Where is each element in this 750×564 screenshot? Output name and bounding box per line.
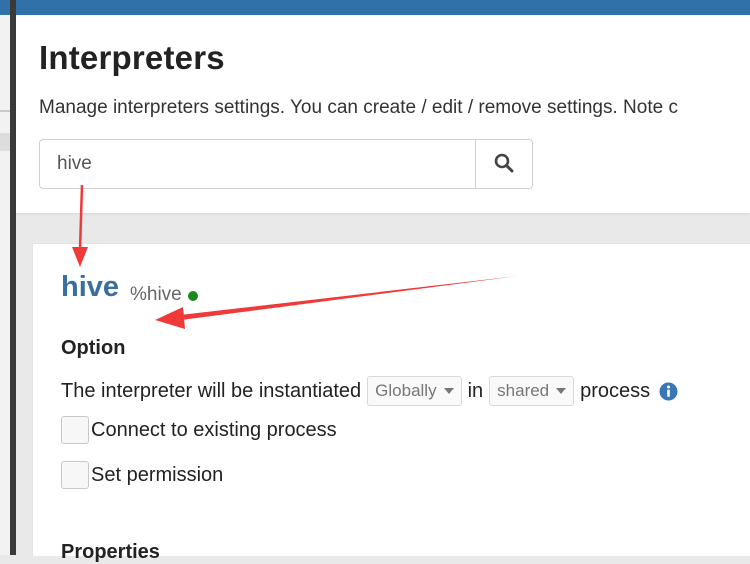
page-title: Interpreters [39,39,225,76]
caret-down-icon [556,388,567,394]
info-icon[interactable] [659,382,678,401]
interpreters-header-panel: Interpreters Manage interpreters setting… [16,15,750,213]
set-permission-label: Set permission [91,463,224,486]
option-heading: Option [61,337,126,359]
search-button[interactable] [475,139,533,189]
interpreter-alias: %hive [130,284,182,305]
in-label: in [467,379,484,402]
interpreter-search-input[interactable] [39,139,475,189]
status-dot-icon [188,291,198,301]
interpreter-name: hive [61,271,120,303]
set-permission-checkbox[interactable] [61,461,89,489]
scope-dropdown-value: Globally [375,381,437,400]
background-window-edge [0,15,10,555]
process-label: process [580,379,651,402]
interpreter-card: hive %hive Option The interpreter will b… [32,243,750,563]
set-permission-row[interactable]: Set permission [61,460,223,490]
connect-existing-checkbox[interactable] [61,416,89,444]
page-description: Manage interpreters settings. You can cr… [39,97,678,118]
search-icon [494,153,514,176]
properties-heading: Properties [61,541,160,563]
caret-down-icon [443,388,454,394]
instantiated-label: The interpreter will be instantiated [61,379,362,402]
mode-dropdown-value: shared [497,381,550,400]
top-navbar [0,0,750,15]
background-window-element [0,133,10,151]
background-window-divider [0,110,10,112]
mode-dropdown[interactable]: shared [489,376,575,406]
connect-existing-row[interactable]: Connect to existing process [61,415,337,445]
instantiation-row: The interpreter will be instantiated Glo… [61,376,678,406]
scope-dropdown[interactable]: Globally [367,376,462,406]
connect-existing-label: Connect to existing process [91,418,337,441]
